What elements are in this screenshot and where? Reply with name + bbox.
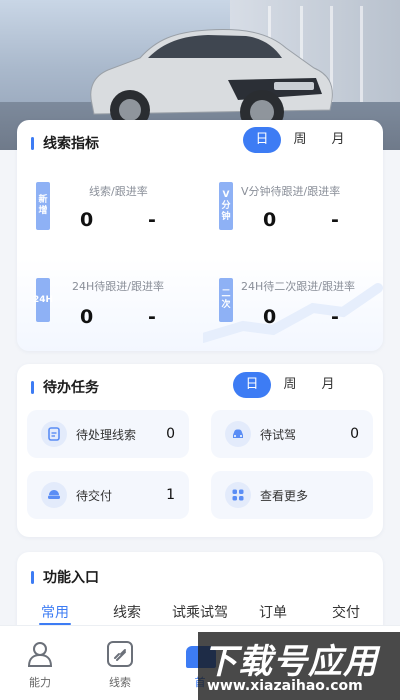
indicator-value: 0 bbox=[263, 306, 277, 328]
indicator-label: 24H待跟进/跟进率 bbox=[72, 280, 164, 293]
indicator-label: 线索/跟进率 bbox=[89, 185, 148, 198]
todo-count: 0 bbox=[350, 426, 359, 442]
todo-pending-delivery[interactable]: 待交付 1 bbox=[27, 471, 189, 519]
range-day[interactable]: 日 bbox=[233, 372, 271, 398]
watermark-title: 下载号应用 bbox=[203, 642, 378, 682]
range-day[interactable]: 日 bbox=[243, 127, 281, 153]
indicator-value: 0 bbox=[80, 306, 94, 328]
todo-view-more[interactable]: 查看更多 bbox=[211, 471, 373, 519]
indicator-label: 24H待二次跟进/跟进率 bbox=[241, 280, 355, 293]
todo-range-switch: 日 周 月 bbox=[233, 372, 347, 398]
indicator-rate: - bbox=[148, 209, 156, 231]
todo-count: 0 bbox=[166, 426, 175, 442]
todo-label: 待处理线索 bbox=[76, 427, 137, 442]
todo-pending-leads[interactable]: 待处理线索 0 bbox=[27, 410, 189, 458]
range-week[interactable]: 周 bbox=[271, 372, 309, 398]
indicators-card: 线索指标 日 周 月 新增 线索/跟进率 0 - V分钟 V分钟待跟进/跟进率 … bbox=[17, 120, 383, 351]
tab-testdrive[interactable]: 试乘试驾 bbox=[168, 602, 232, 622]
watermark-url: www.xiazaihao.com bbox=[207, 678, 363, 694]
clue-icon bbox=[107, 641, 133, 667]
nav-label: 线索 bbox=[109, 676, 131, 689]
clipboard-icon bbox=[41, 421, 67, 447]
nav-label: 能力 bbox=[29, 676, 51, 689]
banner-stripe bbox=[360, 6, 363, 116]
indicator-tag-vmin: V分钟 bbox=[219, 182, 233, 230]
car-icon bbox=[225, 421, 251, 447]
range-month[interactable]: 月 bbox=[309, 372, 347, 398]
tab-orders[interactable]: 订单 bbox=[257, 602, 289, 622]
todo-title: 待办任务 bbox=[31, 377, 99, 397]
todo-label: 待试驾 bbox=[260, 427, 297, 442]
indicator-rate: - bbox=[148, 306, 156, 328]
function-title: 功能入口 bbox=[31, 567, 99, 587]
indicator-value: 0 bbox=[263, 209, 277, 231]
tab-leads[interactable]: 线索 bbox=[111, 602, 143, 622]
indicator-tag-second: 二次 bbox=[219, 278, 233, 322]
indicator-value: 0 bbox=[80, 209, 94, 231]
grid-icon bbox=[225, 482, 251, 508]
indicator-label: V分钟待跟进/跟进率 bbox=[241, 185, 341, 198]
range-week[interactable]: 周 bbox=[281, 127, 319, 153]
todo-label: 待交付 bbox=[76, 488, 113, 503]
indicator-tag-24h: 24H bbox=[33, 278, 53, 322]
tab-common[interactable]: 常用 bbox=[39, 602, 71, 622]
indicator-rate: - bbox=[331, 306, 339, 328]
todo-pending-testdrive[interactable]: 待试驾 0 bbox=[211, 410, 373, 458]
todo-label: 查看更多 bbox=[260, 488, 309, 503]
todo-card: 待办任务 日 周 月 待处理线索 0 待试驾 0 待交付 1 查看更多 bbox=[17, 364, 383, 537]
todo-count: 1 bbox=[166, 487, 175, 503]
delivery-icon bbox=[41, 482, 67, 508]
tab-delivery[interactable]: 交付 bbox=[330, 602, 362, 622]
indicator-rate: - bbox=[331, 209, 339, 231]
indicator-tag-new: 新增 bbox=[36, 182, 50, 230]
indicators-title: 线索指标 bbox=[31, 133, 99, 153]
person-icon bbox=[27, 642, 53, 667]
indicators-range-switch: 日 周 月 bbox=[243, 127, 357, 153]
range-month[interactable]: 月 bbox=[319, 127, 357, 153]
